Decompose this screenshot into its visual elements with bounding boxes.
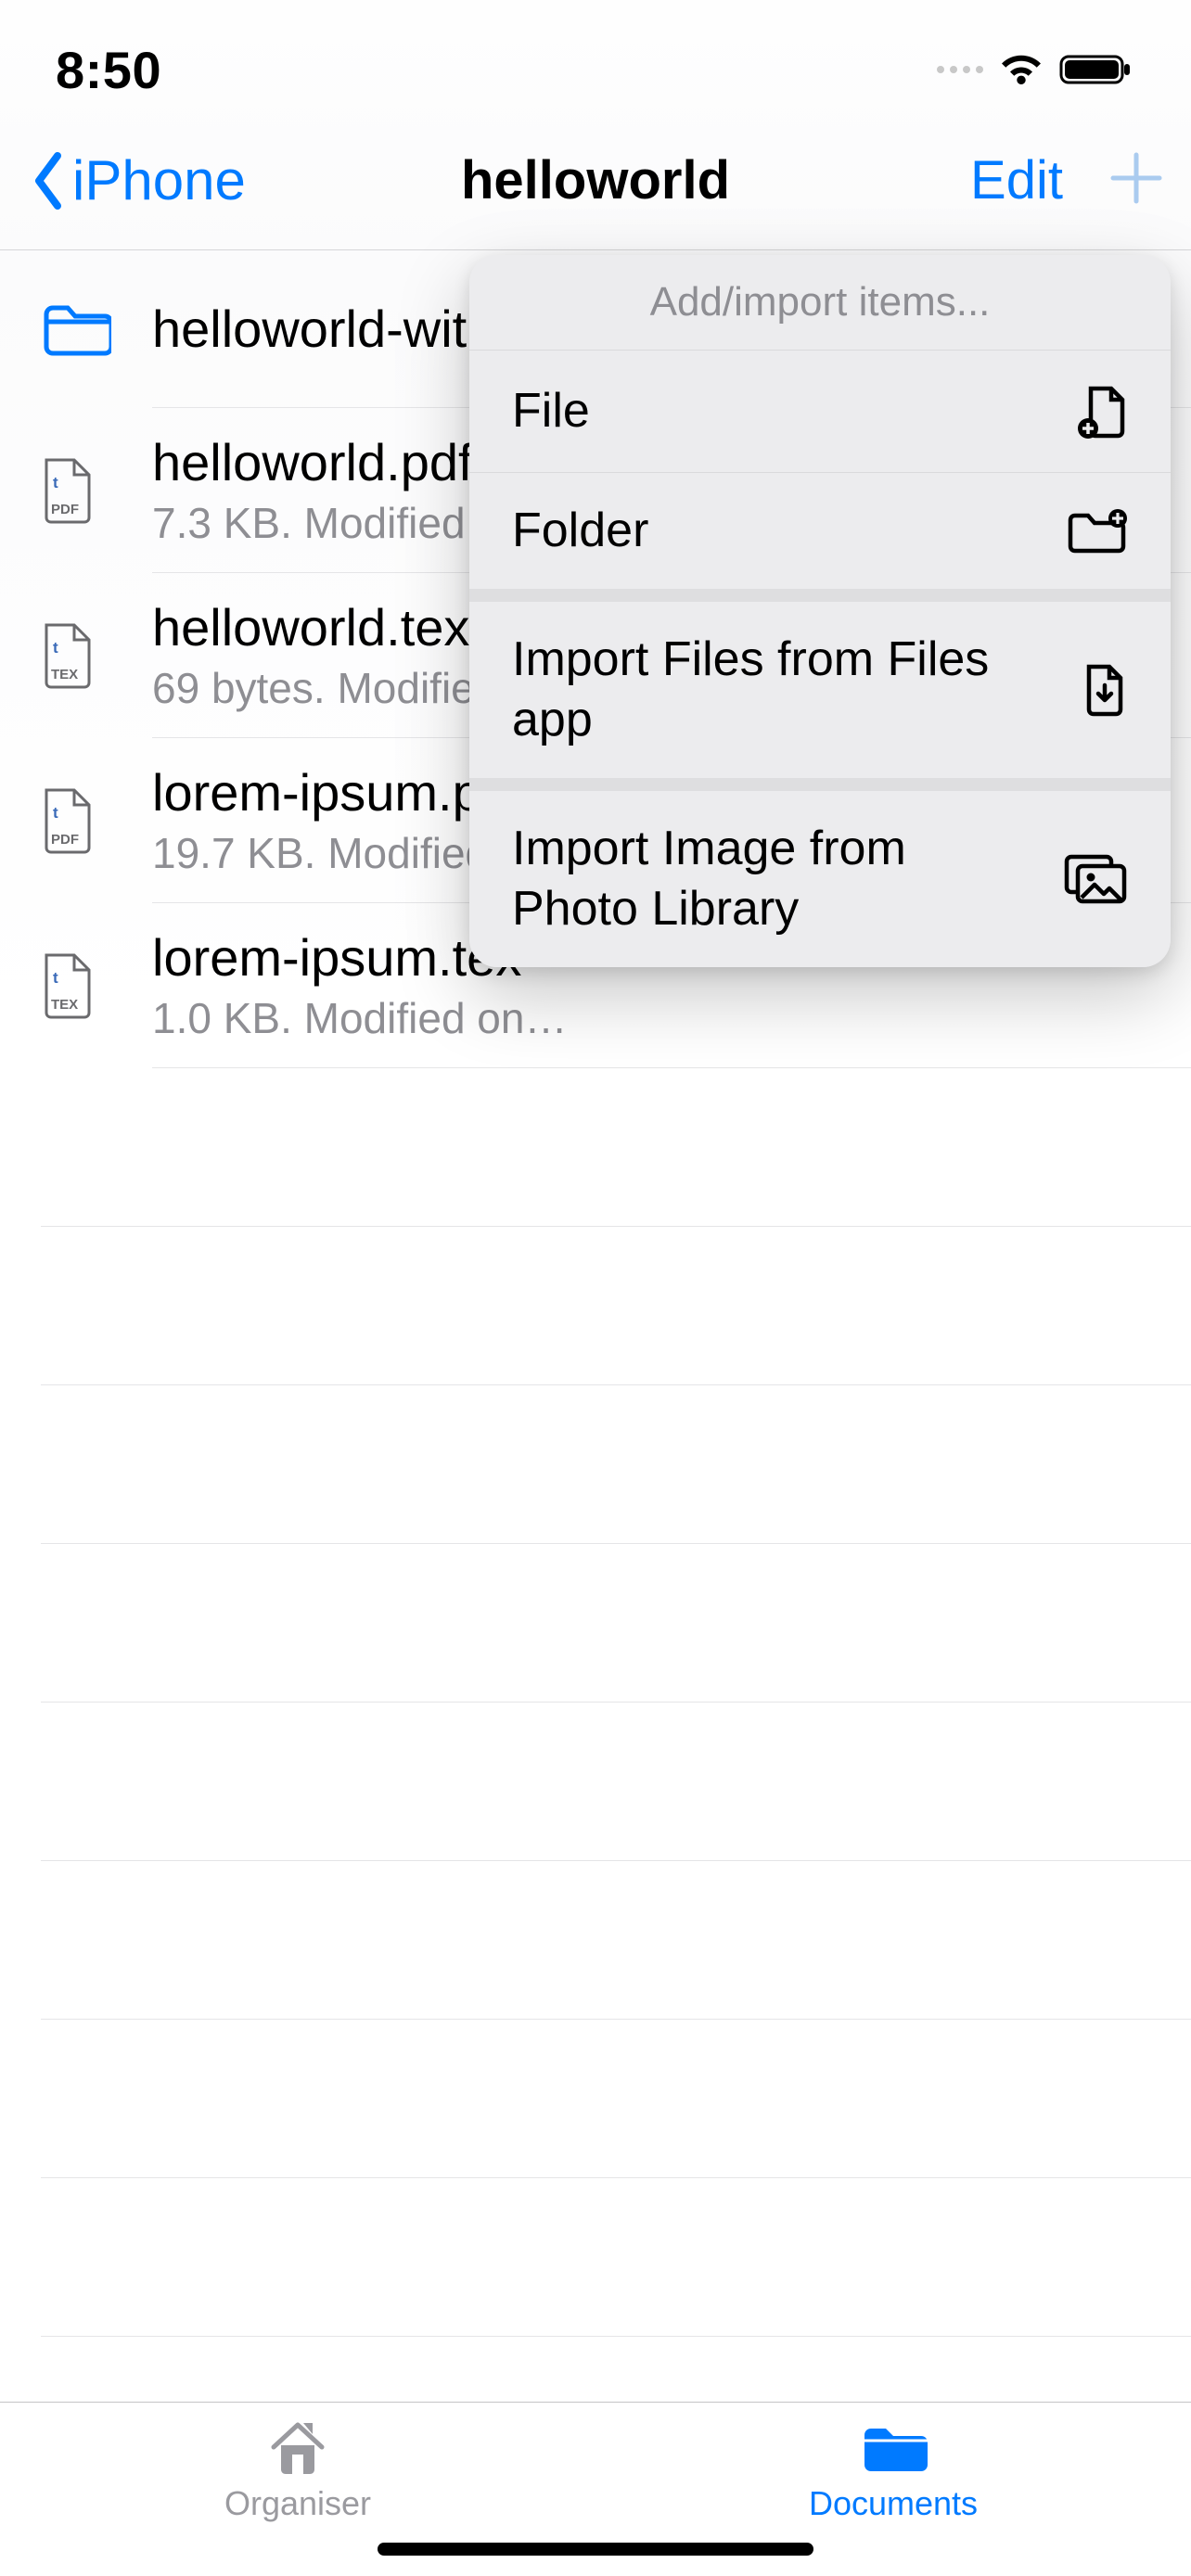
page-title: helloworld	[461, 149, 730, 211]
plus-icon	[1109, 151, 1163, 205]
battery-icon	[1059, 51, 1135, 88]
home-indicator[interactable]	[378, 2543, 813, 2556]
popover-item-import-image[interactable]: Import Image from Photo Library	[469, 791, 1171, 967]
back-label: iPhone	[72, 148, 246, 212]
tex-file-icon: t TEX	[41, 621, 95, 690]
folder-icon	[41, 301, 111, 357]
add-popover: Add/import items... File Folder Import F…	[469, 255, 1171, 967]
pdf-file-icon: t PDF	[41, 456, 95, 525]
svg-text:t: t	[53, 474, 58, 491]
cellular-icon	[937, 66, 983, 73]
add-button[interactable]	[1109, 151, 1163, 210]
nav-bar: iPhone helloworld Edit	[0, 111, 1191, 250]
svg-text:PDF: PDF	[51, 502, 79, 517]
house-icon	[264, 2417, 331, 2479]
wifi-icon	[996, 51, 1046, 88]
pdf-file-icon: t PDF	[41, 786, 95, 855]
status-time: 8:50	[56, 40, 161, 100]
tex-file-icon: t TEX	[41, 951, 95, 1020]
file-download-icon	[1082, 661, 1128, 719]
popover-item-file[interactable]: File	[469, 351, 1171, 473]
file-add-icon	[1076, 383, 1128, 440]
svg-text:t: t	[53, 969, 58, 987]
popover-item-import-files[interactable]: Import Files from Files app	[469, 602, 1171, 791]
popover-label: File	[512, 381, 590, 441]
popover-item-folder[interactable]: Folder	[469, 473, 1171, 602]
status-bar: 8:50	[0, 0, 1191, 111]
svg-text:TEX: TEX	[51, 667, 78, 682]
svg-text:PDF: PDF	[51, 832, 79, 848]
tab-label: Organiser	[224, 2484, 371, 2523]
back-button[interactable]: iPhone	[28, 148, 246, 213]
popover-label: Import Files from Files app	[512, 630, 1031, 750]
file-meta: 1.0 KB. Modified on…	[152, 993, 1191, 1043]
status-indicators	[937, 51, 1135, 88]
image-icon	[1063, 853, 1128, 905]
svg-text:t: t	[53, 804, 58, 822]
svg-text:TEX: TEX	[51, 997, 78, 1013]
empty-rows	[0, 1068, 1191, 2337]
popover-label: Folder	[512, 501, 648, 561]
edit-button[interactable]: Edit	[970, 149, 1063, 211]
popover-label: Import Image from Photo Library	[512, 819, 1031, 939]
svg-text:t: t	[53, 639, 58, 657]
chevron-left-icon	[28, 148, 69, 213]
popover-header: Add/import items...	[469, 255, 1171, 351]
folder-add-icon	[1065, 507, 1128, 555]
tab-label: Documents	[809, 2484, 978, 2523]
folder-fill-icon	[859, 2417, 928, 2479]
